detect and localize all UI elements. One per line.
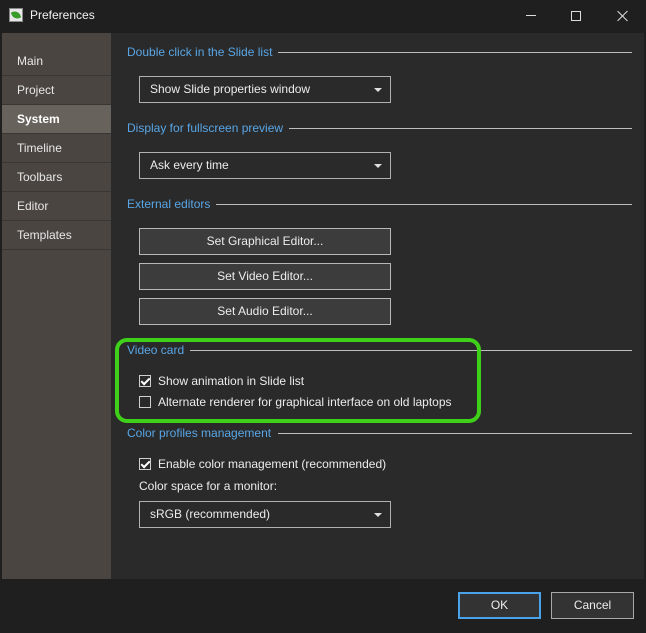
- title-bar: Preferences: [0, 0, 646, 31]
- group-title-external-editors: External editors: [127, 197, 217, 211]
- fullscreen-preview-dropdown-value: Ask every time: [150, 158, 229, 172]
- color-space-dropdown[interactable]: sRGB (recommended): [139, 501, 391, 528]
- cancel-button[interactable]: Cancel: [551, 592, 634, 619]
- minimize-icon: [526, 15, 536, 16]
- show-animation-checkbox[interactable]: [139, 375, 151, 387]
- sidebar-item-templates[interactable]: Templates: [2, 221, 111, 250]
- group-title-color-profiles: Color profiles management: [127, 426, 278, 440]
- group-divider: [286, 128, 632, 129]
- color-space-dropdown-value: sRGB (recommended): [150, 507, 271, 521]
- sidebar-item-editor[interactable]: Editor: [2, 192, 111, 221]
- set-graphical-editor-button[interactable]: Set Graphical Editor...: [139, 228, 391, 255]
- sidebar-item-timeline[interactable]: Timeline: [2, 134, 111, 163]
- sidebar-item-project[interactable]: Project: [2, 76, 111, 105]
- group-title-double-click: Double click in the Slide list: [127, 45, 279, 59]
- close-icon: [617, 10, 629, 22]
- group-divider: [278, 433, 632, 434]
- sidebar: Main Project System Timeline Toolbars Ed…: [2, 33, 111, 579]
- sidebar-item-system[interactable]: System: [2, 105, 111, 134]
- set-video-editor-button[interactable]: Set Video Editor...: [139, 263, 391, 290]
- enable-color-checkbox[interactable]: [139, 458, 151, 470]
- color-space-label: Color space for a monitor:: [139, 479, 278, 493]
- enable-color-label[interactable]: Enable color management (recommended): [158, 457, 386, 471]
- dialog-footer: [0, 579, 646, 633]
- group-title-video-card: Video card: [127, 343, 191, 357]
- alternate-renderer-label[interactable]: Alternate renderer for graphical interfa…: [158, 395, 452, 409]
- maximize-icon: [571, 10, 581, 21]
- group-title-fullscreen-preview: Display for fullscreen preview: [127, 121, 290, 135]
- maximize-button[interactable]: [553, 0, 599, 31]
- alternate-renderer-checkbox[interactable]: [139, 396, 151, 408]
- window-title: Preferences: [30, 8, 95, 22]
- chevron-down-icon: [374, 513, 382, 517]
- show-animation-label[interactable]: Show animation in Slide list: [158, 374, 304, 388]
- group-divider: [214, 204, 632, 205]
- double-click-dropdown[interactable]: Show Slide properties window: [139, 76, 391, 103]
- enable-color-option[interactable]: Enable color management (recommended): [139, 457, 386, 471]
- set-audio-editor-button[interactable]: Set Audio Editor...: [139, 298, 391, 325]
- sidebar-item-toolbars[interactable]: Toolbars: [2, 163, 111, 192]
- app-icon: [9, 8, 23, 22]
- group-divider: [190, 350, 632, 351]
- show-animation-option[interactable]: Show animation in Slide list: [139, 374, 304, 388]
- alternate-renderer-option[interactable]: Alternate renderer for graphical interfa…: [139, 395, 452, 409]
- chevron-down-icon: [374, 88, 382, 92]
- double-click-dropdown-value: Show Slide properties window: [150, 82, 311, 96]
- sidebar-item-main[interactable]: Main: [2, 47, 111, 76]
- chevron-down-icon: [374, 164, 382, 168]
- ok-button[interactable]: OK: [458, 592, 541, 619]
- fullscreen-preview-dropdown[interactable]: Ask every time: [139, 152, 391, 179]
- minimize-button[interactable]: [508, 0, 554, 31]
- group-divider: [276, 52, 632, 53]
- close-button[interactable]: [600, 0, 646, 31]
